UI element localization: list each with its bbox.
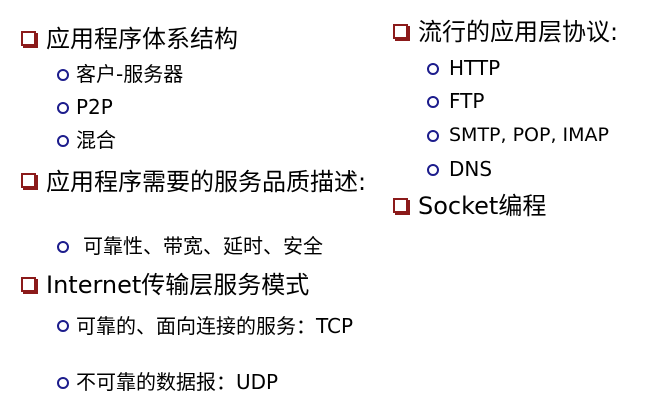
- sub-bullet-text: DNS: [449, 157, 493, 181]
- sub-bullet-p2p: P2P: [57, 95, 113, 119]
- sub-bullet-text: P2P: [76, 95, 113, 119]
- bullet-popular-protocols: 流行的应用层协议:: [393, 18, 618, 46]
- sub-bullet-text: 客户-服务器: [76, 62, 184, 86]
- bullet-architecture: 应用程序体系结构: [21, 25, 238, 53]
- sub-bullet-client-server: 客户-服务器: [57, 62, 183, 86]
- bullet-socket-programming: Socket编程: [393, 192, 546, 220]
- sub-bullet-http: HTTP: [427, 56, 500, 80]
- bullet-text: 流行的应用层协议:: [418, 18, 619, 46]
- sub-bullet-text: 可靠的、面向连接的服务：TCP: [76, 314, 354, 338]
- sub-bullet-tcp: 可靠的、面向连接的服务：TCP: [57, 313, 357, 339]
- bullet-transport-services: Internet传输层服务模式: [21, 271, 309, 299]
- sub-bullet-hybrid: 混合: [57, 128, 116, 152]
- sub-bullet-ftp: FTP: [427, 89, 484, 113]
- sub-bullet-dns: DNS: [427, 157, 492, 181]
- sub-bullet-qos-list: 可靠性、带宽、延时、安全: [57, 234, 323, 258]
- sub-bullet-smtp-pop-imap: SMTP, POP, IMAP: [427, 123, 609, 147]
- bullet-text: Internet传输层服务模式: [46, 271, 310, 299]
- sub-bullet-text: SMTP, POP, IMAP: [449, 124, 609, 146]
- sub-bullet-udp: 不可靠的数据报：UDP: [57, 370, 278, 394]
- sub-bullet-text: 不可靠的数据报：UDP: [76, 370, 279, 394]
- sub-bullet-text: FTP: [449, 89, 485, 113]
- sub-bullet-text: HTTP: [449, 56, 501, 80]
- bullet-text: 应用程序需要的服务品质描述:: [46, 168, 367, 196]
- bullet-service-quality: 应用程序需要的服务品质描述:: [21, 167, 381, 197]
- bullet-text: Socket编程: [418, 192, 547, 220]
- sub-bullet-text: 可靠性、带宽、延时、安全: [83, 234, 323, 258]
- bullet-text: 应用程序体系结构: [46, 25, 238, 53]
- sub-bullet-text: 混合: [76, 128, 116, 152]
